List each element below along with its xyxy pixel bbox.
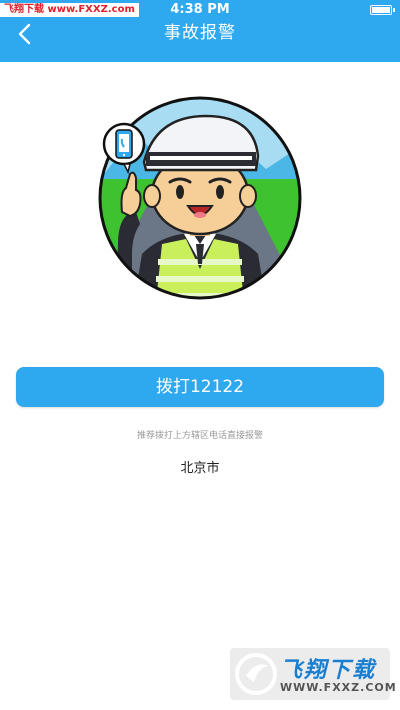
police-avatar [96, 94, 304, 302]
hint-text: 推荐拨打上方辖区电话直接报警 [136, 431, 263, 441]
status-time: 4:38 PM [170, 2, 230, 17]
watermark-title: 飞翔下载 [280, 658, 377, 683]
call-12122-button[interactable]: 拨打12122 [16, 367, 384, 407]
watermark-logo: 飞翔下载 WWW.FXXZ.COM [230, 648, 396, 700]
navigation-bar: 飞翔下载 www.FXXZ.com 4:38 PM 事故报警 [0, 0, 400, 62]
battery-icon [370, 5, 395, 15]
fxxz-logo-icon [235, 653, 277, 695]
status-bar: 飞翔下载 www.FXXZ.com 4:38 PM [0, 0, 400, 20]
watermark-url: WWW.FXXZ.COM [280, 681, 397, 694]
city-label: 北京市 [180, 461, 220, 476]
page-title: 事故报警 [164, 23, 236, 43]
